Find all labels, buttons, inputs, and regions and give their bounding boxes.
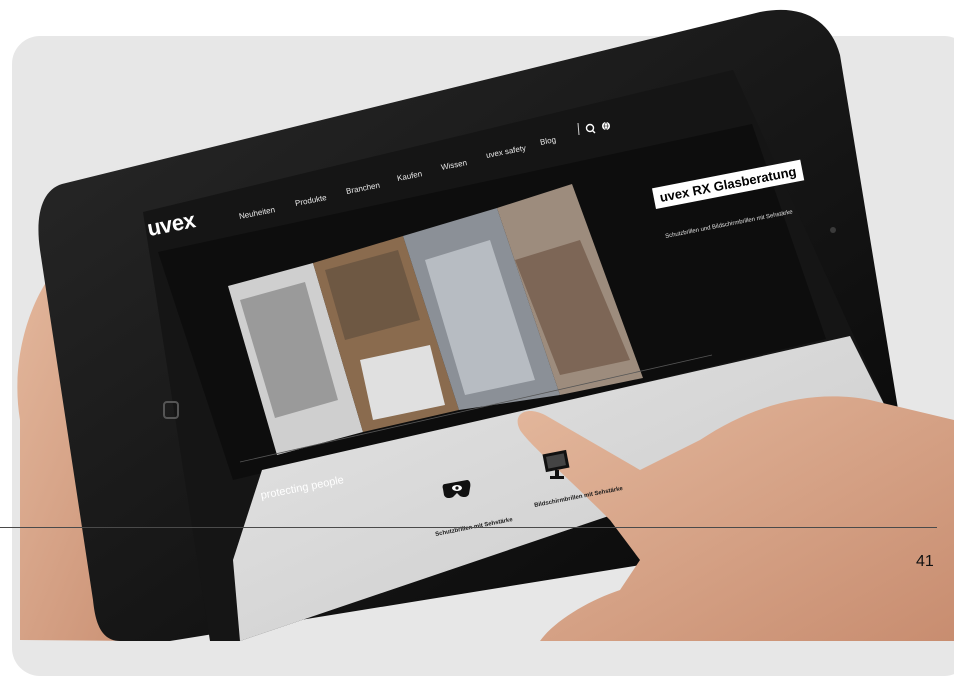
nav-item-branchen[interactable]: Branchen	[345, 181, 380, 196]
hero-title: uvex RX Glasberatung	[651, 159, 804, 209]
nav-item-produkte[interactable]: Produkte	[294, 193, 327, 208]
nav-icons	[577, 121, 610, 136]
nav-item-blog[interactable]: Blog	[539, 135, 556, 147]
nav-item-wissen[interactable]: Wissen	[440, 158, 467, 172]
search-icon[interactable]	[585, 123, 596, 134]
page-number: 41	[916, 553, 934, 570]
category-label-bildschirmbrillen[interactable]: Bildschirmbrillen mit Sehstärke	[534, 486, 624, 509]
nav-item-kaufen[interactable]: Kaufen	[396, 169, 423, 183]
goggles-icon	[442, 480, 471, 499]
monitor-icon	[542, 449, 570, 479]
tagline: protecting people	[259, 474, 345, 502]
nav-item-neuheiten[interactable]: Neuheiten	[238, 205, 276, 221]
tablet-website: uvex Neuheiten Produkte Branchen Kaufen …	[0, 0, 954, 641]
uvex-logo[interactable]: uvex	[145, 207, 197, 242]
hero-subtitle: Schutzbrillen und Bildschirmbrillen mit …	[664, 209, 794, 240]
nav-item-uvex-safety[interactable]: uvex safety	[485, 143, 526, 160]
page-rule	[0, 527, 937, 528]
globe-icon[interactable]	[602, 121, 610, 131]
